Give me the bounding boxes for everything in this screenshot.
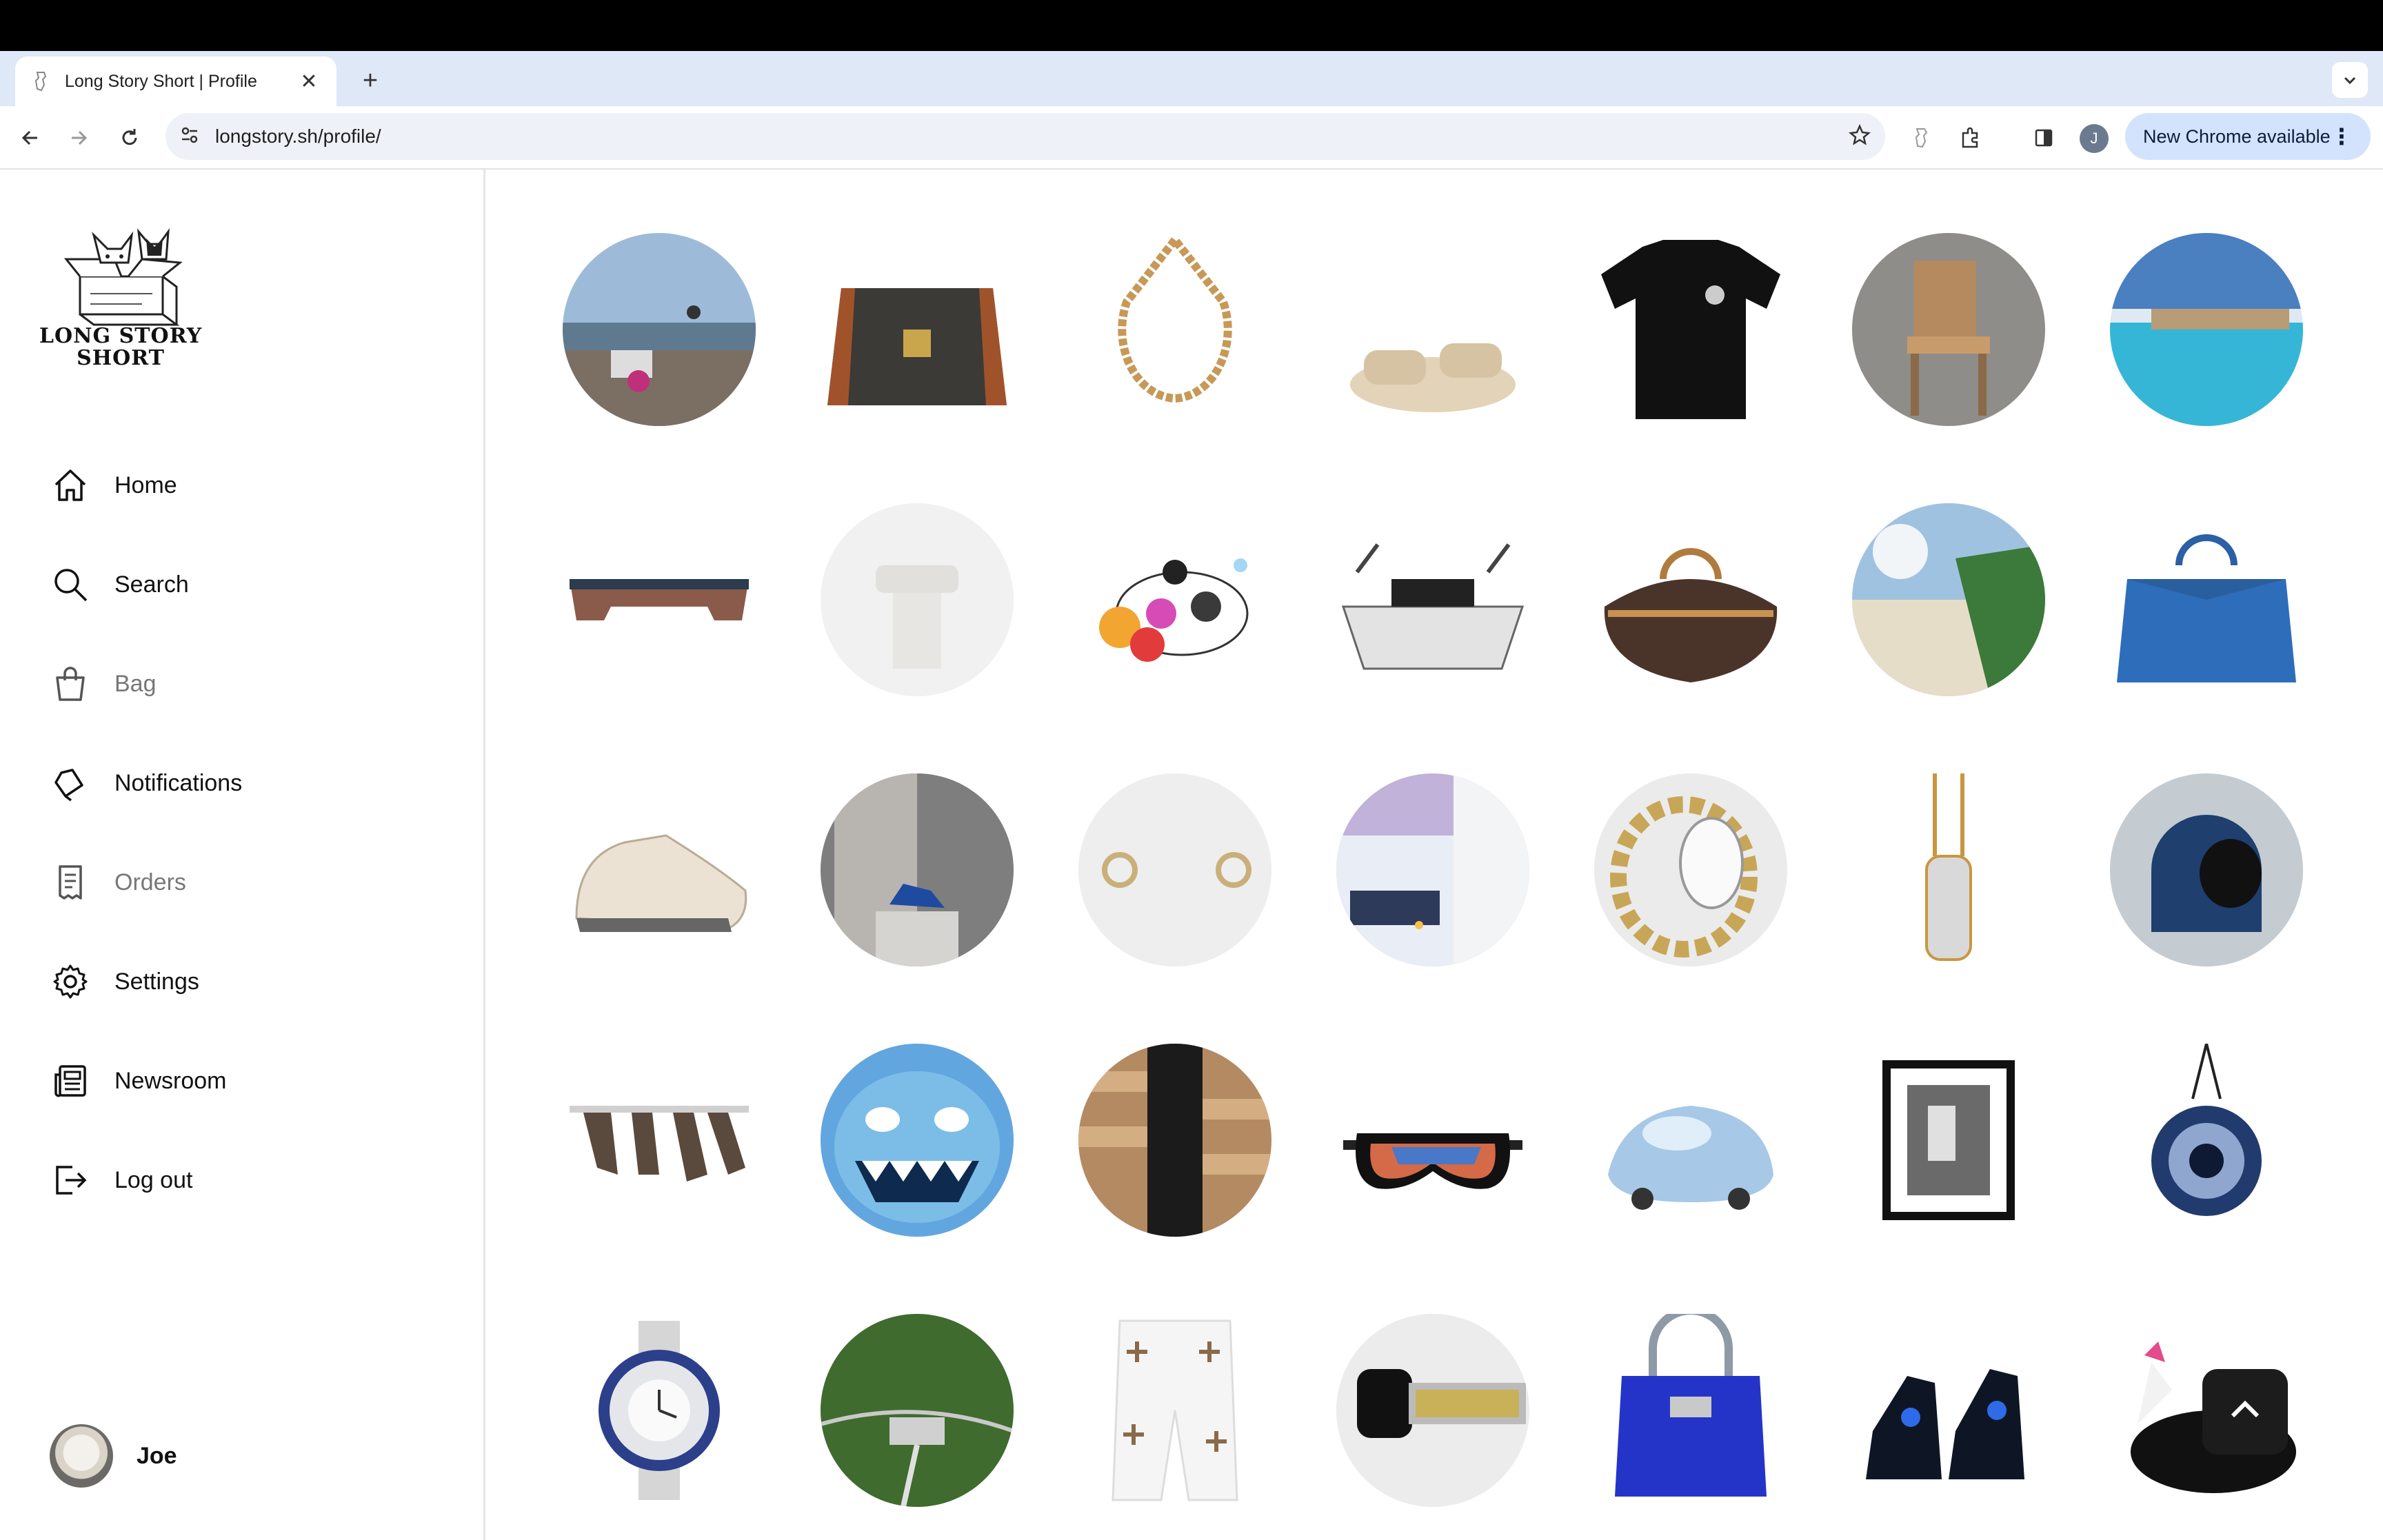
gear-icon <box>50 961 91 1002</box>
new-chrome-available-button[interactable]: New Chrome available ⋮ <box>2125 113 2371 160</box>
sidebar-item-label: Notifications <box>114 769 243 796</box>
back-arrow-icon[interactable] <box>14 121 47 154</box>
home-icon <box>50 465 91 506</box>
grid-item-fuzzy-slides[interactable] <box>1336 233 1529 426</box>
grid-item-eye-pendant[interactable] <box>2110 1044 2303 1237</box>
grid-item-space-helmet[interactable] <box>2110 773 2303 966</box>
grid-item-smartwatch[interactable] <box>1336 1314 1529 1507</box>
grid-item-beach-resort[interactable] <box>1852 503 2045 696</box>
grid-item-framed-photo[interactable] <box>1852 1044 2045 1237</box>
browser-toolbar: longstory.sh/profile/ J New Chrome avail… <box>0 106 2383 170</box>
logo-wordmark[interactable]: LONG STORY SHORT <box>28 325 214 369</box>
grid-item-blue-handbag[interactable] <box>2110 503 2303 696</box>
grid-item-boat-model[interactable] <box>1336 503 1529 696</box>
grid-item-trunk-case[interactable] <box>821 233 1014 426</box>
grid-item-gold-necklace[interactable] <box>1078 233 1271 426</box>
more-vert-icon[interactable]: ⋮ <box>2331 123 2353 150</box>
grid-item-blue-kelly-bag[interactable] <box>1594 1314 1787 1507</box>
grid-item-panda-sculpture[interactable] <box>1078 503 1271 696</box>
user-profile-link[interactable]: Joe <box>50 1424 177 1488</box>
chevron-up-icon <box>2224 1390 2266 1435</box>
sidebar-item-label: Search <box>114 571 189 598</box>
logout-icon <box>50 1159 91 1201</box>
grid-item-wood-panels[interactable] <box>1078 1044 1271 1237</box>
grid-item-monogram-duffel[interactable] <box>1594 503 1787 696</box>
sidebar-item-label: Bag <box>114 670 157 697</box>
browser-profile-avatar[interactable]: J <box>2080 124 2109 153</box>
url-text: longstory.sh/profile/ <box>215 125 381 147</box>
sidebar-item-bag[interactable]: Bag <box>50 659 157 709</box>
sidebar-item-label: Log out <box>114 1166 193 1193</box>
profile-page: LONG STORY SHORT Home Search Bag Notific… <box>0 170 2383 1540</box>
sidebar-item-label: Settings <box>114 968 199 995</box>
extensions-puzzle-icon[interactable] <box>1954 121 1987 154</box>
reload-icon[interactable] <box>113 121 146 154</box>
forward-arrow-icon[interactable] <box>62 121 95 154</box>
sidebar-item-home[interactable]: Home <box>50 460 177 510</box>
address-bar[interactable]: longstory.sh/profile/ <box>165 113 1885 160</box>
grid-item-dog-on-beach[interactable] <box>563 233 756 426</box>
grid-item-cliffside-pool[interactable] <box>2110 233 2303 426</box>
grid-item-serpent-watch[interactable] <box>1594 773 1787 966</box>
grid-item-wooden-table[interactable] <box>563 503 756 696</box>
sidebar-item-label: Orders <box>114 869 186 895</box>
update-label: New Chrome available <box>2143 125 2331 147</box>
tab-search-chevron-down-icon[interactable] <box>2332 62 2368 98</box>
sidebar-item-label: Home <box>114 472 177 498</box>
grid-item-steel-watch[interactable] <box>563 1314 756 1507</box>
grid-item-wooden-chair[interactable] <box>1852 233 2045 426</box>
grid-item-white-sneakers[interactable] <box>563 773 756 966</box>
sidebar-item-notifications[interactable]: Notifications <box>50 758 242 808</box>
grid-item-glass-table[interactable] <box>563 1044 756 1237</box>
logo-line-1: LONG STORY <box>39 324 203 348</box>
scroll-to-top-button[interactable] <box>2202 1369 2288 1455</box>
grid-item-blue-monster-art[interactable] <box>821 1044 1014 1237</box>
grid-item-white-stool[interactable] <box>821 503 1014 696</box>
search-icon <box>50 564 91 605</box>
sidebar-item-logout[interactable]: Log out <box>50 1155 192 1205</box>
tab-strip: Long Story Short | Profile ✕ + <box>0 51 2383 106</box>
browser-tab[interactable]: Long Story Short | Profile ✕ <box>15 57 336 106</box>
bag-icon <box>50 663 91 705</box>
extension-dog-icon[interactable] <box>1904 121 1938 154</box>
grid-item-black-tshirt[interactable] <box>1594 233 1787 426</box>
os-top-bar <box>0 0 2383 51</box>
close-tab-icon[interactable]: ✕ <box>296 70 321 94</box>
grid-item-blue-microcar[interactable] <box>1594 1044 1787 1237</box>
grid-item-diamond-pendant[interactable] <box>1852 773 2045 966</box>
new-tab-icon[interactable]: + <box>353 63 388 98</box>
site-favicon-icon <box>30 71 51 92</box>
logo-line-2: SHORT <box>77 346 165 370</box>
grid-item-ski-goggles[interactable] <box>1336 1044 1529 1237</box>
side-panel-icon[interactable] <box>2027 121 2060 154</box>
avatar <box>50 1424 113 1488</box>
user-name: Joe <box>137 1442 177 1469</box>
sidebar-item-orders[interactable]: Orders <box>50 858 186 907</box>
sidebar-item-label: Newsroom <box>114 1067 227 1094</box>
newspaper-icon <box>50 1060 91 1102</box>
sidebar-item-search[interactable]: Search <box>50 560 189 609</box>
grid-item-gallery-sculpture[interactable] <box>821 773 1014 966</box>
grid-item-snow-villa[interactable] <box>1336 773 1529 966</box>
grid-item-high-top-sneakers[interactable] <box>1852 1314 2045 1507</box>
sidebar-item-newsroom[interactable]: Newsroom <box>50 1056 226 1106</box>
tab-title: Long Story Short | Profile <box>65 71 257 91</box>
sidebar-item-settings[interactable]: Settings <box>50 957 199 1006</box>
grid-item-aerial-estate[interactable] <box>821 1314 1014 1507</box>
grid-item-stud-earrings[interactable] <box>1078 773 1271 966</box>
sidebar: LONG STORY SHORT Home Search Bag Notific… <box>0 170 485 1540</box>
bookmark-star-icon[interactable] <box>1848 123 1871 150</box>
site-info-icon[interactable] <box>179 125 200 149</box>
receipt-icon <box>50 862 91 903</box>
grid-item-cross-jeans[interactable] <box>1078 1314 1271 1507</box>
bell-icon <box>50 762 91 804</box>
